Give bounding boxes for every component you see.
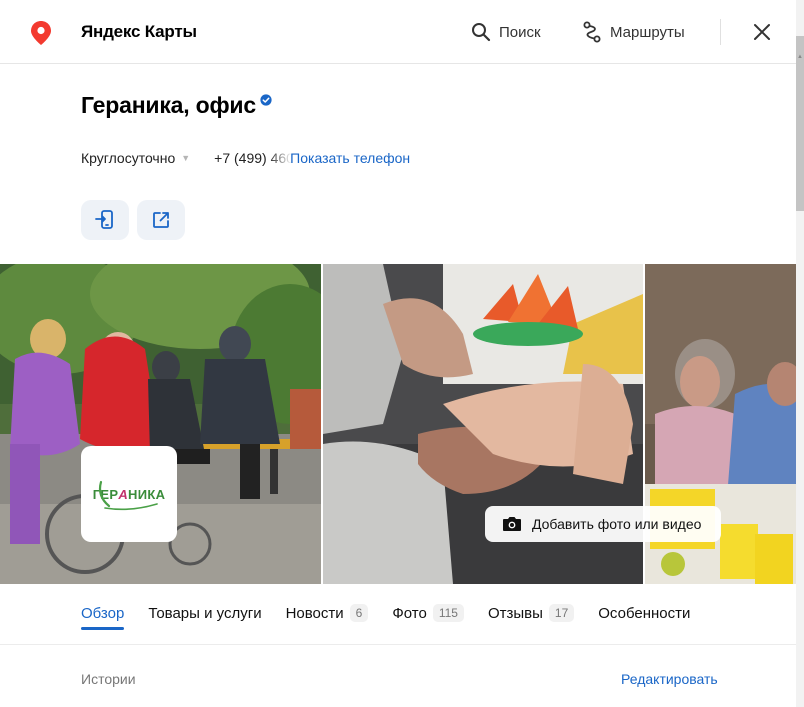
stories-heading: Истории <box>81 671 136 687</box>
add-photo-button[interactable]: Добавить фото или видео <box>485 506 721 542</box>
org-card-panel: Яндекс Карты Поиск Маршруты ▲ Гераника, … <box>0 0 804 707</box>
org-logo: ГЕРАНИКА <box>81 446 177 542</box>
org-title: Гераника, офис <box>81 92 272 119</box>
scrollbar-thumb[interactable] <box>796 36 804 211</box>
route-icon <box>583 21 601 43</box>
scroll-up-icon[interactable]: ▲ <box>797 54 803 60</box>
tab-reviews[interactable]: Отзывы 17 <box>487 602 575 624</box>
tab-count-badge: 17 <box>548 604 575 622</box>
show-phone-link[interactable]: Показать телефон <box>290 150 410 166</box>
tabs-bar: Обзор Товары и услуги Новости 6 Фото 115… <box>81 602 714 632</box>
tab-goods-services[interactable]: Товары и услуги <box>148 602 261 624</box>
tab-features[interactable]: Особенности <box>598 602 690 624</box>
tab-count-badge: 6 <box>349 604 369 622</box>
header-divider <box>720 19 721 45</box>
phone-number-partial: +7 (499) 460 <box>214 150 293 166</box>
tab-label: Фото <box>392 604 427 622</box>
tab-label: Новости <box>285 604 344 622</box>
search-label: Поиск <box>499 23 541 41</box>
tabs-divider <box>0 644 796 645</box>
search-icon <box>472 23 491 42</box>
close-icon[interactable] <box>750 20 774 44</box>
tab-label: Товары и услуги <box>148 604 262 622</box>
header-bar: Яндекс Карты Поиск Маршруты <box>0 0 796 64</box>
search-button[interactable]: Поиск <box>471 19 541 45</box>
chevron-down-icon[interactable]: ▼ <box>181 153 190 163</box>
tab-label: Особенности <box>598 604 691 622</box>
tab-overview[interactable]: Обзор <box>81 602 125 630</box>
tab-label: Отзывы <box>487 604 543 622</box>
org-name: Гераника, офис <box>81 92 256 118</box>
tab-news[interactable]: Новости 6 <box>286 602 369 624</box>
working-hours[interactable]: Круглосуточно <box>81 150 175 166</box>
photo-gallery[interactable]: ГЕРАНИКА Добавить фото или видео <box>0 264 796 584</box>
phone-transfer-icon <box>95 210 113 229</box>
add-photo-label: Добавить фото или видео <box>532 516 702 532</box>
routes-button[interactable]: Маршруты <box>582 19 685 45</box>
org-contact-row: Круглосуточно ▼ +7 (499) 460 Показать те… <box>81 150 410 166</box>
verified-badge-icon <box>260 94 272 106</box>
tab-label: Обзор <box>81 604 125 622</box>
tab-photos[interactable]: Фото 115 <box>392 602 464 624</box>
send-to-phone-button[interactable] <box>81 200 129 240</box>
tab-count-badge: 115 <box>432 604 464 622</box>
gallery-photo-1[interactable]: ГЕРАНИКА <box>0 264 321 584</box>
camera-icon <box>503 517 521 531</box>
app-title[interactable]: Яндекс Карты <box>81 22 197 42</box>
routes-label: Маршруты <box>610 23 685 41</box>
open-website-button[interactable] <box>137 200 185 240</box>
map-pin-icon[interactable] <box>30 20 52 46</box>
logo-swoosh-icon <box>98 480 158 511</box>
external-link-icon <box>153 212 169 228</box>
edit-link[interactable]: Редактировать <box>621 671 718 687</box>
